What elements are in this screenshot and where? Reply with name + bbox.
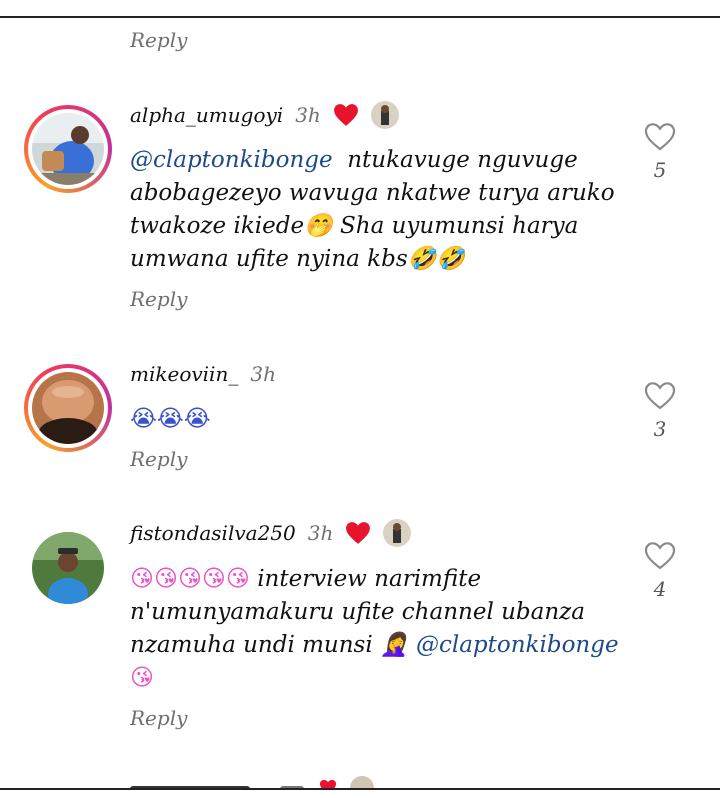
emoji-lead: 😘😘😘😘😘 xyxy=(130,566,250,592)
avatar-story-ring[interactable] xyxy=(24,364,112,452)
heart-outline-icon[interactable] xyxy=(644,381,676,411)
reply-button[interactable]: Reply xyxy=(130,706,187,730)
like-count: 5 xyxy=(653,158,667,182)
like-count: 4 xyxy=(653,577,667,601)
mention-link[interactable]: @claptonkibonge xyxy=(130,147,333,173)
comment-body: 😭😭😭 xyxy=(130,406,211,432)
comment-header: fistondasilva250 3h xyxy=(130,518,412,548)
comment-header: mikeoviin_ 3h xyxy=(130,359,276,389)
like-button[interactable]: 5 xyxy=(640,122,680,182)
timestamp: 3h xyxy=(250,362,276,386)
comment-header: alpha_umugoyi 3h xyxy=(130,100,399,130)
like-count: 3 xyxy=(653,417,667,441)
next-comment-header-partial xyxy=(130,772,380,788)
username[interactable]: alpha_umugoyi xyxy=(130,103,283,127)
heart-filled-icon xyxy=(333,104,358,126)
avatar-story-ring[interactable] xyxy=(24,105,112,193)
creator-avatar xyxy=(383,519,412,547)
like-button[interactable]: 4 xyxy=(640,541,680,601)
comment-text: 😭😭😭 xyxy=(130,403,630,436)
top-divider xyxy=(0,16,720,18)
mention-link[interactable]: @claptonkibonge xyxy=(416,632,619,658)
reply-button[interactable]: Reply xyxy=(130,287,187,311)
emoji-tail: 😘 xyxy=(130,665,154,691)
bottom-divider xyxy=(0,788,720,790)
username[interactable]: mikeoviin_ xyxy=(130,362,238,386)
avatar xyxy=(32,113,104,185)
username[interactable]: fistondasilva250 xyxy=(130,521,296,545)
timestamp: 3h xyxy=(295,103,321,127)
comment-text: @claptonkibonge ntukavuge nguvuge abobag… xyxy=(130,144,630,276)
heart-filled-icon xyxy=(346,522,371,544)
comment-text: 😘😘😘😘😘 interview narimfite n'umunyamakuru… xyxy=(130,563,630,695)
like-button[interactable]: 3 xyxy=(640,381,680,441)
avatar[interactable] xyxy=(32,532,104,604)
reply-button[interactable]: Reply xyxy=(130,28,187,52)
reply-button[interactable]: Reply xyxy=(130,447,187,471)
timestamp: 3h xyxy=(307,521,334,545)
creator-avatar xyxy=(370,101,399,129)
heart-outline-icon[interactable] xyxy=(644,541,676,571)
heart-outline-icon[interactable] xyxy=(644,122,676,152)
avatar xyxy=(32,372,104,444)
